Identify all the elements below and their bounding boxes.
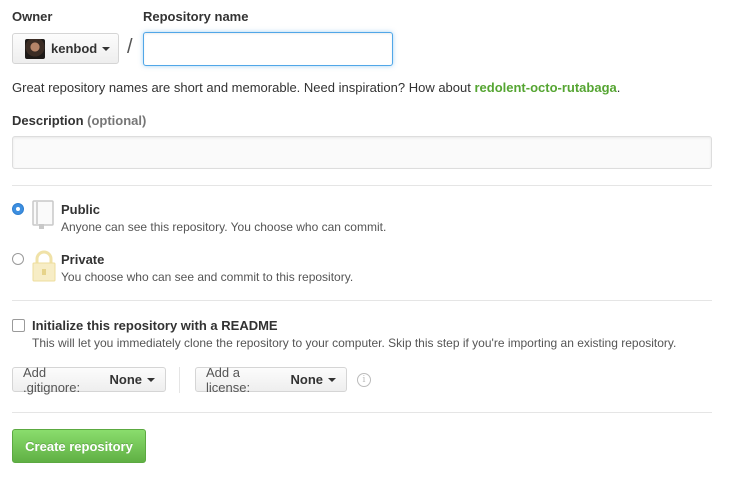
repo-name-label: Repository name	[143, 9, 249, 24]
divider	[12, 412, 712, 413]
license-dropdown[interactable]: Add a license: None	[195, 365, 347, 395]
owner-dropdown[interactable]: kenbod	[12, 33, 119, 64]
chevron-down-icon	[147, 377, 155, 382]
divider	[12, 300, 712, 301]
info-icon[interactable]: i	[357, 373, 371, 387]
readme-description: This will let you immediately clone the …	[32, 336, 677, 350]
public-description: Anyone can see this repository. You choo…	[61, 220, 387, 234]
repo-book-icon	[32, 200, 54, 230]
gitignore-dropdown[interactable]: Add .gitignore: None	[12, 365, 166, 395]
divider	[12, 185, 712, 186]
chevron-down-icon	[328, 377, 336, 382]
optional-note: (optional)	[87, 113, 147, 128]
owner-repo-separator: /	[127, 36, 133, 58]
chevron-down-icon	[102, 46, 111, 51]
owner-label: Owner	[12, 9, 53, 24]
public-title: Public	[61, 202, 101, 217]
readme-title: Initialize this repository with a README	[32, 318, 278, 333]
description-input[interactable]	[12, 136, 712, 169]
lock-icon	[32, 250, 56, 282]
private-radio[interactable]	[12, 253, 24, 265]
owner-name: kenbod	[51, 41, 98, 56]
name-suggestion-link[interactable]: redolent-octo-rutabaga	[474, 80, 616, 95]
private-title: Private	[61, 252, 105, 267]
avatar	[25, 38, 45, 59]
readme-checkbox[interactable]	[12, 319, 25, 332]
public-radio[interactable]	[12, 203, 24, 215]
divider	[179, 367, 180, 393]
create-repository-button[interactable]: Create repository	[12, 429, 146, 463]
private-description: You choose who can see and commit to thi…	[61, 270, 354, 284]
repo-name-input[interactable]	[143, 32, 393, 66]
name-hint: Great repository names are short and mem…	[12, 80, 621, 95]
description-label: Description (optional)	[12, 113, 147, 128]
